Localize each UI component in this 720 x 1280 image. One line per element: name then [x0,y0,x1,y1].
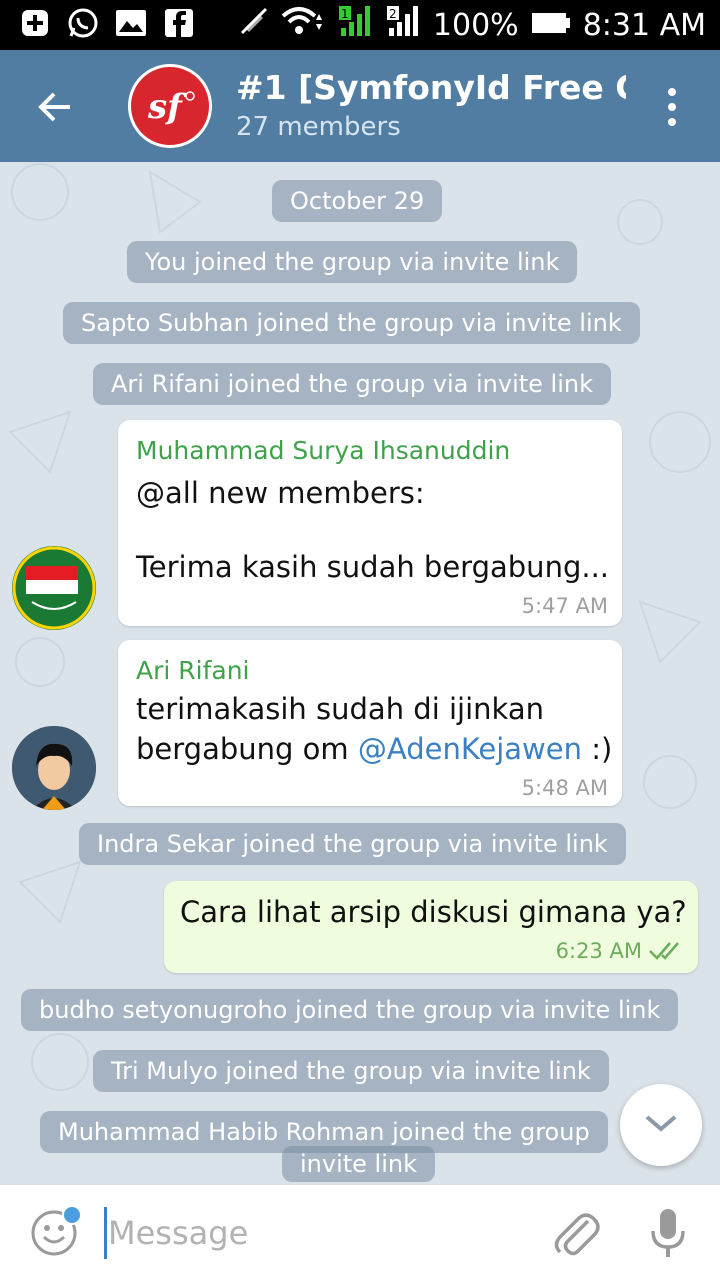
svg-text:1: 1 [341,7,349,21]
message-text-line: bergabung om @AdenKejawen :) [136,732,612,766]
clock: 8:31 AM [582,7,706,43]
sender-avatar[interactable] [12,726,96,810]
message-time: 6:23 AM [555,939,642,963]
wifi-icon [281,4,325,46]
outgoing-message-bubble[interactable]: Cara lihat arsip diskusi gimana ya? 6:23… [164,881,698,973]
sender-name[interactable]: Ari Rifani [136,656,250,685]
service-message: budho setyonugroho joined the group via … [21,989,679,1031]
message-bubble[interactable]: Muhammad Surya Ihsanuddin @all new membe… [118,420,622,626]
message-bubble[interactable]: Ari Rifani terimakasih sudah di ijinkan … [118,640,622,806]
message-composer [0,1184,720,1280]
notification-icons [18,6,196,40]
attach-icon[interactable] [552,1207,600,1259]
new-sticker-badge [62,1205,82,1225]
battery-percent: 100% [432,7,519,43]
service-message-continued: invite link [282,1146,435,1182]
scroll-down-button[interactable] [620,1084,702,1166]
message-time: 5:48 AM [521,776,608,800]
svg-text:2: 2 [389,7,397,21]
group-avatar-text: sf [147,87,187,127]
message-time: 5:47 AM [521,594,608,618]
service-message: Tri Mulyo joined the group via invite li… [93,1050,609,1092]
mute-icon [239,6,269,44]
message-text: @all new members: [136,476,425,510]
chat-title[interactable]: #1 [SymfonyId Free C... [236,68,626,107]
status-bar: 1 2 100% 8:31 AM [0,0,720,50]
facebook-icon [162,6,196,40]
service-message: You joined the group via invite link [127,241,578,283]
double-check-icon [648,939,684,963]
whatsapp-icon [66,6,100,40]
back-arrow-icon[interactable] [30,82,80,132]
service-message: Sapto Subhan joined the group via invite… [63,302,640,344]
message-text: terimakasih sudah di ijinkan [136,692,544,726]
service-message: Ari Rifani joined the group via invite l… [93,363,612,405]
member-count: 27 members [236,112,401,142]
add-box-icon [18,6,52,40]
text-cursor [104,1207,107,1259]
message-input[interactable] [108,1207,528,1259]
sim2-signal-icon: 2 [385,4,421,46]
image-icon [114,6,148,40]
chevron-down-icon [641,1111,681,1139]
sender-name[interactable]: Muhammad Surya Ihsanuddin [136,436,510,465]
sender-avatar[interactable] [12,546,96,630]
mention-link[interactable]: @AdenKejawen [358,732,582,766]
message-text: Cara lihat arsip diskusi gimana ya? [180,895,687,929]
sim1-signal-icon: 1 [337,4,373,46]
message-text: :) [582,732,613,766]
service-message: Indra Sekar joined the group via invite … [79,823,626,865]
chat-header: sf #1 [SymfonyId Free C... 27 members [0,50,720,162]
message-list[interactable]: October 29 You joined the group via invi… [0,162,720,1184]
message-text: Terima kasih sudah bergabung... [136,550,610,584]
group-avatar[interactable]: sf [128,64,212,148]
date-header: October 29 [272,180,443,222]
battery-icon [531,8,571,43]
system-indicators: 1 2 100% 8:31 AM [239,0,706,50]
more-vert-icon[interactable] [660,84,684,130]
message-text: bergabung om [136,732,358,766]
microphone-icon[interactable] [648,1207,688,1259]
